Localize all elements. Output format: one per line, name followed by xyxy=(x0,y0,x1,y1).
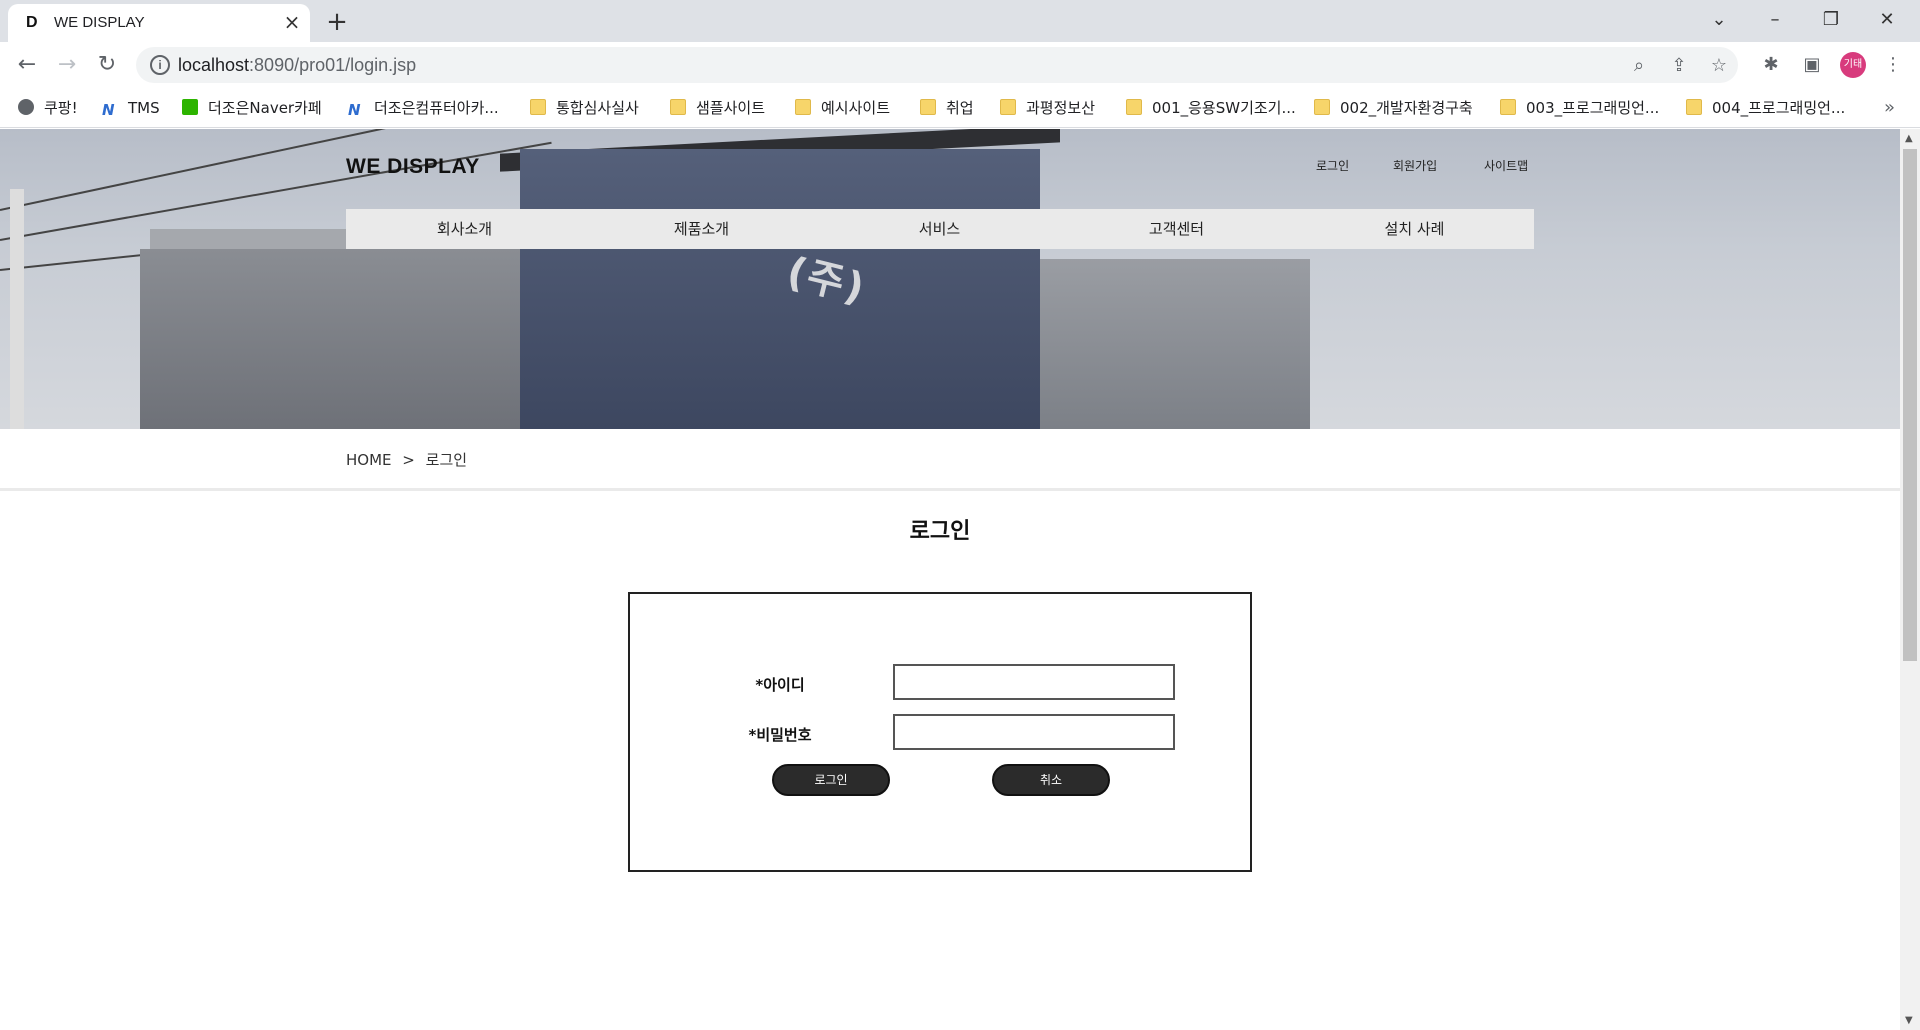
profile-avatar[interactable]: 기태 xyxy=(1840,52,1866,78)
back-icon[interactable]: ← xyxy=(12,50,42,80)
site-info-icon[interactable]: i xyxy=(150,55,170,75)
bookmark-item[interactable]: 통합심사실사 xyxy=(530,94,639,122)
util-link-sitemap[interactable]: 사이트맵 xyxy=(1484,157,1528,174)
id-label: *아이디 xyxy=(755,676,805,694)
bookmark-item[interactable]: N 더조은컴퓨터아카... xyxy=(348,94,499,122)
folder-icon xyxy=(1000,99,1016,115)
nav-item-company[interactable]: 회사소개 xyxy=(346,209,583,249)
folder-icon xyxy=(530,99,546,115)
new-tab-button[interactable]: + xyxy=(322,8,352,38)
reload-icon[interactable]: ↻ xyxy=(92,50,122,80)
folder-icon xyxy=(1686,99,1702,115)
id-input[interactable] xyxy=(893,664,1175,700)
site-favicon-icon: D xyxy=(26,14,38,31)
breadcrumb-home[interactable]: HOME xyxy=(346,451,392,469)
tab-title: WE DISPLAY xyxy=(54,14,145,31)
nav-item-service[interactable]: 서비스 xyxy=(821,209,1058,249)
zoom-icon[interactable]: ⌕ xyxy=(1626,53,1652,79)
bookmark-item[interactable]: 샘플사이트 xyxy=(670,94,765,122)
bookmark-star-icon[interactable]: ☆ xyxy=(1706,53,1732,79)
main-navigation: 회사소개 제품소개 서비스 고객센터 설치 사례 xyxy=(346,209,1534,249)
utility-pole xyxy=(10,189,24,429)
bookmark-item[interactable]: 001_응용SW기조기... xyxy=(1126,94,1296,122)
scroll-up-icon[interactable]: ▲ xyxy=(1905,133,1913,144)
active-tab[interactable]: D WE DISPLAY × xyxy=(8,4,310,42)
folder-icon xyxy=(795,99,811,115)
bookmark-item[interactable]: 더조은Naver카페 xyxy=(182,94,322,122)
bookmark-item[interactable]: 취업 xyxy=(920,94,974,122)
site-logo[interactable]: WE DISPLAY xyxy=(346,155,480,179)
nav-item-products[interactable]: 제품소개 xyxy=(583,209,820,249)
globe-icon xyxy=(18,99,34,115)
util-link-signup[interactable]: 회원가입 xyxy=(1393,157,1437,174)
url-text[interactable]: localhost:8090/pro01/login.jsp xyxy=(178,55,416,76)
naver-cafe-icon xyxy=(182,99,198,115)
tab-close-icon[interactable]: × xyxy=(280,10,304,34)
nav-item-support[interactable]: 고객센터 xyxy=(1058,209,1295,249)
page-title: 로그인 xyxy=(909,519,971,544)
breadcrumb: HOME > 로그인 xyxy=(0,429,1900,491)
folder-icon xyxy=(1314,99,1330,115)
side-panel-icon[interactable]: ▣ xyxy=(1797,50,1827,80)
breadcrumb-separator: > xyxy=(402,451,415,469)
tms-icon: N xyxy=(102,101,115,119)
academy-icon: N xyxy=(348,101,361,119)
forward-icon[interactable]: → xyxy=(52,50,82,80)
header-hero: (주) WE DISPLAY 로그인 회원가입 사이트맵 회사소개 제품소개 서… xyxy=(0,129,1900,429)
bookmark-item[interactable]: 004_프로그래밍언... xyxy=(1686,94,1845,122)
folder-icon xyxy=(670,99,686,115)
browser-toolbar: ← → ↻ i localhost:8090/pro01/login.jsp ⌕… xyxy=(0,42,1920,88)
tab-search-chevron-icon[interactable]: ⌄ xyxy=(1696,4,1742,36)
folder-icon xyxy=(1126,99,1142,115)
tab-bar: D WE DISPLAY × + ⌄ – ❐ ✕ xyxy=(0,0,1920,42)
scroll-down-icon[interactable]: ▼ xyxy=(1905,1015,1913,1026)
login-form: *아이디 *비밀번호 로그인 취소 xyxy=(628,592,1252,872)
folder-icon xyxy=(920,99,936,115)
building-left xyxy=(140,249,520,429)
folder-icon xyxy=(1500,99,1516,115)
close-window-button[interactable]: ✕ xyxy=(1864,4,1910,36)
bookmarks-bar: 쿠팡! N TMS 더조은Naver카페 N 더조은컴퓨터아카... 통합심사실사 … xyxy=(0,88,1920,128)
page-viewport: (주) WE DISPLAY 로그인 회원가입 사이트맵 회사소개 제품소개 서… xyxy=(0,129,1900,1030)
bookmark-item[interactable]: 003_프로그래밍언... xyxy=(1500,94,1659,122)
bookmarks-overflow-icon[interactable]: » xyxy=(1884,94,1895,122)
bookmark-item[interactable]: 쿠팡! xyxy=(18,94,78,122)
bookmark-item[interactable]: 002_개발자환경구축 xyxy=(1314,94,1473,122)
share-icon[interactable]: ⇪ xyxy=(1666,53,1692,79)
util-link-login[interactable]: 로그인 xyxy=(1316,157,1349,174)
menu-kebab-icon[interactable]: ⋮ xyxy=(1878,50,1908,80)
address-bar[interactable]: i localhost:8090/pro01/login.jsp ⌕ ⇪ ☆ xyxy=(136,47,1738,83)
cancel-button[interactable]: 취소 xyxy=(992,764,1110,796)
vertical-scrollbar[interactable]: ▲ ▼ xyxy=(1900,129,1920,1030)
bookmark-item[interactable]: N TMS xyxy=(102,94,160,122)
password-label: *비밀번호 xyxy=(748,726,812,744)
bookmark-item[interactable]: 과평정보산 xyxy=(1000,94,1095,122)
scroll-thumb[interactable] xyxy=(1903,149,1917,661)
bookmark-item[interactable]: 예시사이트 xyxy=(795,94,890,122)
building-right xyxy=(1040,259,1310,429)
breadcrumb-current: 로그인 xyxy=(425,451,468,469)
extensions-icon[interactable]: ✱ xyxy=(1756,50,1786,80)
login-button[interactable]: 로그인 xyxy=(772,764,890,796)
password-input[interactable] xyxy=(893,714,1175,750)
nav-item-cases[interactable]: 설치 사례 xyxy=(1296,209,1533,249)
minimize-button[interactable]: – xyxy=(1752,4,1798,36)
breadcrumb-trail: HOME > 로그인 xyxy=(346,449,473,470)
restore-button[interactable]: ❐ xyxy=(1808,4,1854,36)
